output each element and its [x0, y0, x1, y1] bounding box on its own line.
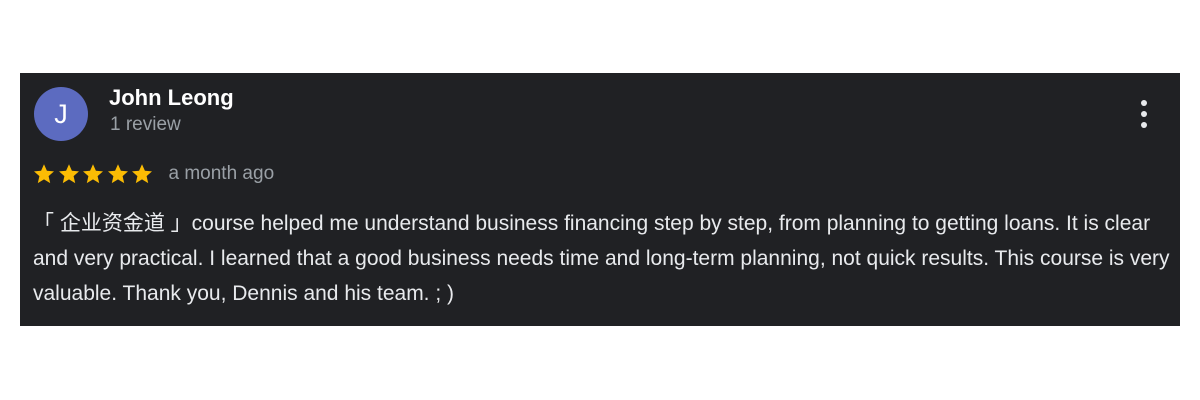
avatar[interactable]: J	[34, 87, 88, 141]
more-options-button[interactable]	[1130, 97, 1158, 131]
more-vertical-icon	[1141, 100, 1147, 128]
star-icon	[107, 164, 128, 184]
review-text: 「 企业资金道 」course helped me understand bus…	[33, 212, 1170, 305]
star-icon	[132, 164, 152, 184]
star-icon	[58, 164, 79, 184]
star-icon	[34, 164, 54, 184]
rating-row: a month ago	[32, 161, 274, 187]
star-rating	[32, 162, 155, 186]
review-date: a month ago	[168, 163, 275, 184]
review-card: J John Leong 1 review a month ago 「 企业资金…	[20, 73, 1180, 326]
review-count: 1 review	[110, 114, 181, 135]
star-icon	[83, 164, 103, 184]
reviewer-name[interactable]: John Leong	[109, 85, 234, 111]
